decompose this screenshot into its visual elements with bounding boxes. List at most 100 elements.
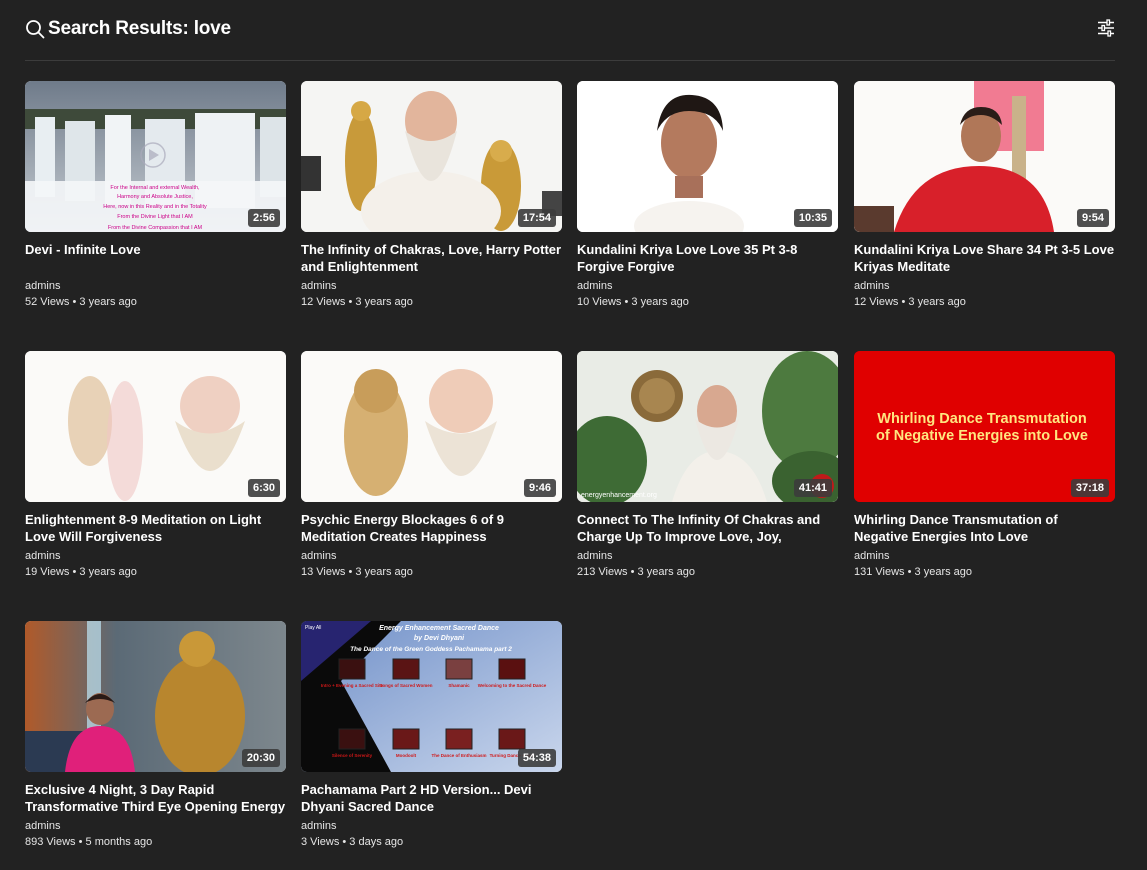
video-thumbnail[interactable]: 9:46 (301, 351, 562, 502)
svg-text:Energy Enhancement Sacred Danc: Energy Enhancement Sacred Dance (379, 625, 499, 632)
video-card[interactable]: 9:54 Kundalini Kriya Love Share 34 Pt 3-… (854, 81, 1115, 309)
video-title[interactable]: Devi - Infinite Love (25, 241, 286, 275)
svg-text:Moodoolt: Moodoolt (396, 753, 417, 758)
man-red-thumbnail-image (854, 81, 1115, 232)
video-age: 3 years ago (631, 296, 689, 308)
video-meta: 10 Views • 3 years ago (577, 295, 838, 309)
video-thumbnail[interactable]: 10:35 (577, 81, 838, 232)
video-views: 3 Views (301, 836, 340, 848)
meta-separator: • (345, 566, 356, 578)
svg-text:From the Divine Light that I A: From the Divine Light that I AM (117, 214, 193, 220)
video-meta: 12 Views • 3 years ago (854, 295, 1115, 309)
svg-text:From the Divine Compassion tha: From the Divine Compassion that I AM (108, 225, 203, 231)
video-age: 3 years ago (914, 566, 973, 578)
video-author[interactable]: admins (577, 549, 838, 563)
buddha-teacher-thumbnail-image (25, 351, 286, 502)
meta-separator: • (69, 296, 80, 308)
svg-text:For the Internal and external: For the Internal and external Wealth, (110, 185, 200, 191)
meta-separator: • (904, 566, 915, 578)
video-card[interactable]: Whirling Dance Transmutation of Negative… (854, 351, 1115, 579)
video-title[interactable]: Exclusive 4 Night, 3 Day Rapid Transform… (25, 781, 286, 815)
meta-separator: • (627, 566, 638, 578)
video-meta: 52 Views • 3 years ago (25, 295, 286, 309)
video-thumbnail[interactable]: 9:54 (854, 81, 1115, 232)
video-meta: 893 Views • 5 months ago (25, 835, 286, 849)
video-card[interactable]: 6:30 Enlightenment 8-9 Meditation on Lig… (25, 351, 286, 579)
results-header: Search Results: love (25, 15, 1115, 61)
video-title[interactable]: Pachamama Part 2 HD Version... Devi Dhya… (301, 781, 562, 815)
video-thumbnail[interactable]: 17:54 (301, 81, 562, 232)
video-duration-badge: 17:54 (517, 209, 556, 227)
video-title[interactable]: Whirling Dance Transmutation of Negative… (854, 511, 1115, 545)
meta-separator: • (339, 836, 350, 848)
video-thumbnail[interactable]: energyenhancement.org 41:41 (577, 351, 838, 502)
video-duration-badge: 37:18 (1070, 479, 1109, 497)
video-thumbnail[interactable]: Play All Energy Enhancement Sacred Dance… (301, 621, 562, 772)
video-title[interactable]: The Infinity of Chakras, Love, Harry Pot… (301, 241, 562, 275)
svg-text:Whirling Dance Transmutation: Whirling Dance Transmutation (877, 411, 1086, 427)
meta-separator: • (898, 296, 909, 308)
svg-text:by Devi Dhyani: by Devi Dhyani (414, 635, 465, 642)
video-author[interactable]: admins (301, 819, 562, 833)
video-author[interactable]: admins (854, 279, 1115, 293)
buddha-head-thumbnail-image (301, 351, 562, 502)
video-age: 3 years ago (79, 296, 137, 308)
waterfall-thumbnail-image: For the Internal and external Wealth, Ha… (25, 81, 286, 232)
video-duration-badge: 2:56 (247, 209, 280, 227)
video-title[interactable]: Psychic Energy Blockages 6 of 9 Meditati… (301, 511, 562, 545)
video-card[interactable]: 9:46 Psychic Energy Blockages 6 of 9 Med… (301, 351, 562, 579)
svg-text:energyenhancement.org: energyenhancement.org (581, 492, 657, 499)
video-duration-badge: 10:35 (793, 209, 832, 227)
video-duration-badge: 9:54 (1076, 209, 1109, 227)
video-views: 13 Views (301, 566, 346, 578)
video-meta: 12 Views • 3 years ago (301, 295, 562, 309)
video-card[interactable]: 10:35 Kundalini Kriya Love Love 35 Pt 3-… (577, 81, 838, 309)
video-author[interactable]: admins (25, 819, 286, 833)
video-age: 5 months ago (85, 836, 153, 848)
video-duration-badge: 54:38 (517, 749, 556, 767)
video-meta: 19 Views • 3 years ago (25, 565, 286, 579)
svg-text:Shamanic: Shamanic (448, 683, 470, 688)
video-card[interactable]: 17:54 The Infinity of Chakras, Love, Har… (301, 81, 562, 309)
video-duration-badge: 6:30 (247, 479, 280, 497)
video-views: 893 Views (25, 836, 76, 848)
svg-text:Play All: Play All (305, 625, 321, 631)
video-title[interactable]: Kundalini Kriya Love Love 35 Pt 3-8 Forg… (577, 241, 838, 275)
video-title[interactable]: Kundalini Kriya Love Share 34 Pt 3-5 Lov… (854, 241, 1115, 275)
video-meta: 131 Views • 3 years ago (854, 565, 1115, 579)
video-thumbnail[interactable]: 6:30 (25, 351, 286, 502)
video-age: 3 years ago (637, 566, 696, 578)
video-title[interactable]: Connect To The Infinity Of Chakras and C… (577, 511, 838, 545)
svg-text:Intro + Evening a Sacred Site: Intro + Evening a Sacred Site (321, 683, 384, 688)
svg-text:Here, now in this Reality and: Here, now in this Reality and in the Tot… (103, 204, 207, 210)
video-title[interactable]: Enlightenment 8-9 Meditation on Light Lo… (25, 511, 286, 545)
video-views: 52 Views (25, 296, 70, 308)
page-title: Search Results: love (48, 18, 231, 39)
svg-text:Harmony and Absolute Justice,: Harmony and Absolute Justice, (117, 194, 193, 200)
video-author[interactable]: admins (301, 549, 562, 563)
video-meta: 213 Views • 3 years ago (577, 565, 838, 579)
video-author[interactable]: admins (854, 549, 1115, 563)
video-card[interactable]: 20:30 Exclusive 4 Night, 3 Day Rapid Tra… (25, 621, 286, 849)
video-views: 10 Views (577, 296, 622, 308)
video-author[interactable]: admins (25, 279, 286, 293)
video-thumbnail[interactable]: Whirling Dance Transmutation of Negative… (854, 351, 1115, 502)
video-duration-badge: 41:41 (793, 479, 832, 497)
svg-text:of Negative Energies into Love: of Negative Energies into Love (876, 428, 1088, 444)
filter-sliders-icon[interactable] (1097, 19, 1115, 37)
video-thumbnail[interactable]: 20:30 (25, 621, 286, 772)
video-author[interactable]: admins (577, 279, 838, 293)
video-thumbnail[interactable]: For the Internal and external Wealth, Ha… (25, 81, 286, 232)
video-duration-badge: 9:46 (523, 479, 556, 497)
video-author[interactable]: admins (301, 279, 562, 293)
meta-separator: • (345, 296, 356, 308)
video-card[interactable]: For the Internal and external Wealth, Ha… (25, 81, 286, 309)
video-duration-badge: 20:30 (241, 749, 280, 767)
search-icon (26, 20, 45, 39)
video-author[interactable]: admins (25, 549, 286, 563)
video-views: 131 Views (854, 566, 905, 578)
video-card[interactable]: energyenhancement.org 41:41 Connect To T… (577, 351, 838, 579)
video-card[interactable]: Play All Energy Enhancement Sacred Dance… (301, 621, 562, 849)
video-views: 19 Views (25, 566, 70, 578)
svg-text:Songs of Sacred Women: Songs of Sacred Women (380, 683, 433, 688)
